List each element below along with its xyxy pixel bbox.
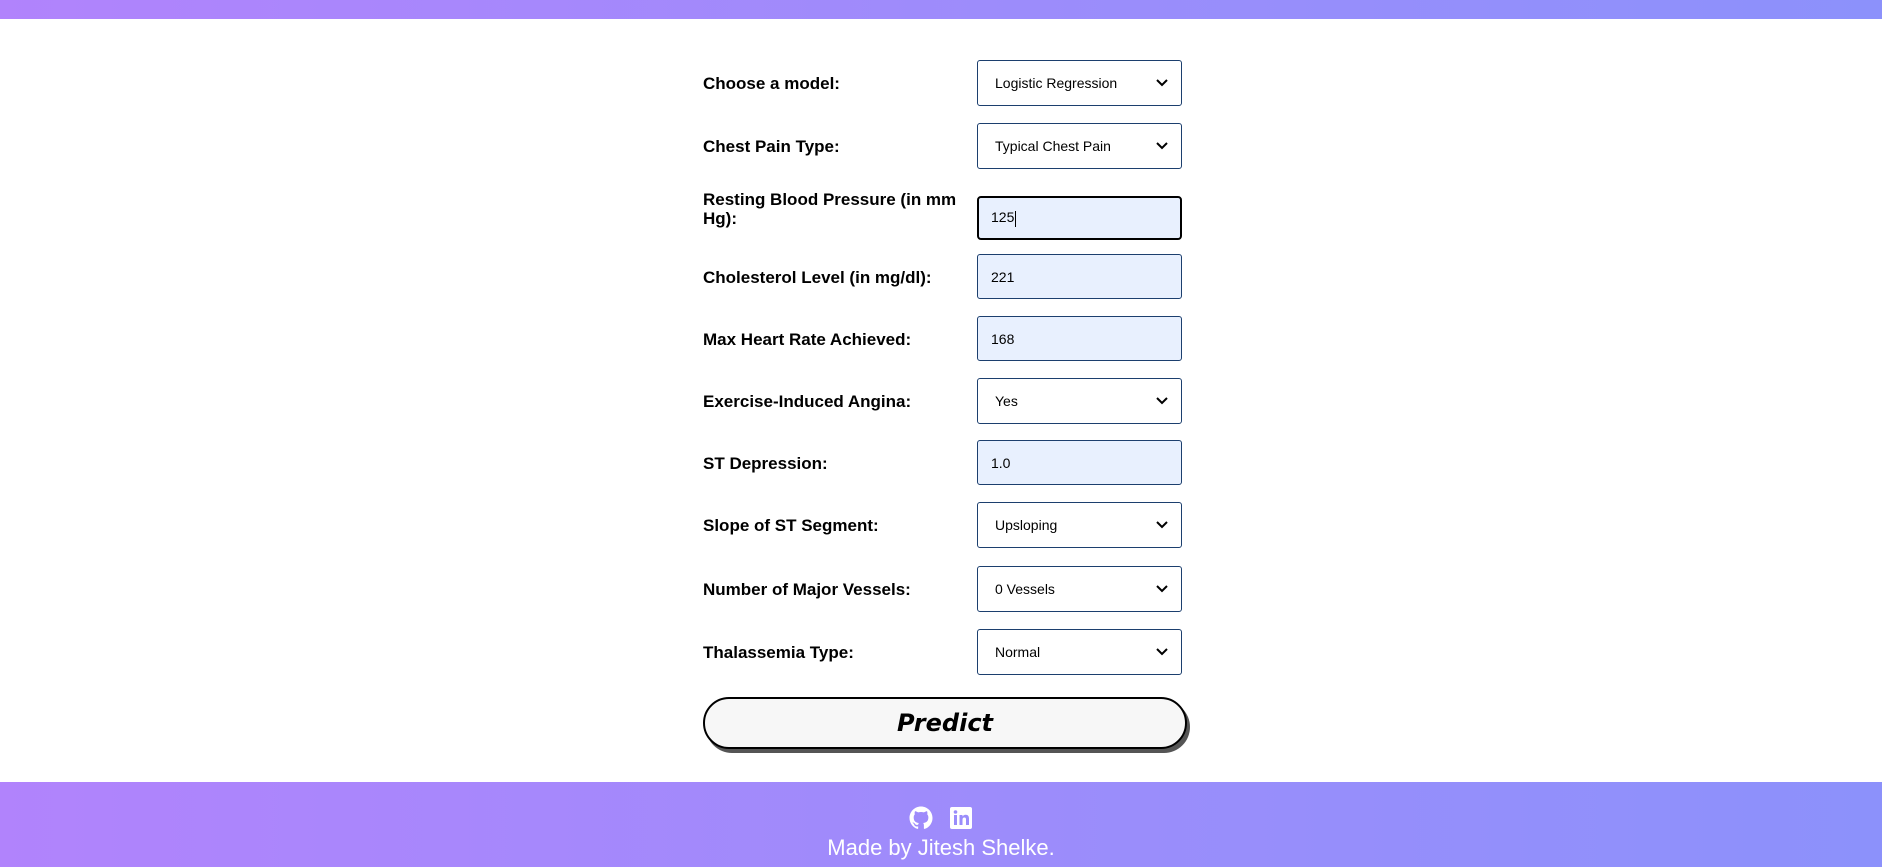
footer-credit: Made by Jitesh Shelke. xyxy=(827,835,1055,860)
model-row: Choose a model: Logistic Regression xyxy=(703,60,1187,123)
angina-select-value: Yes xyxy=(995,393,1018,409)
st-depression-label: ST Depression: xyxy=(703,453,828,473)
max-heart-rate-label: Max Heart Rate Achieved: xyxy=(703,329,912,349)
thalassemia-row: Thalassemia Type: Normal xyxy=(703,627,1187,690)
st-depression-row: ST Depression: 1.0 xyxy=(703,438,1187,501)
slope-row: Slope of ST Segment: Upsloping xyxy=(703,501,1187,564)
model-select[interactable]: Logistic Regression xyxy=(977,60,1182,106)
social-links xyxy=(0,806,1882,830)
st-depression-input[interactable]: 1.0 xyxy=(977,440,1182,485)
vessels-select[interactable]: 0 Vessels xyxy=(977,566,1182,612)
thalassemia-label: Thalassemia Type: xyxy=(703,642,854,662)
predict-button[interactable]: Predict xyxy=(703,697,1187,749)
angina-select[interactable]: Yes xyxy=(977,378,1182,424)
slope-select[interactable]: Upsloping xyxy=(977,502,1182,548)
max-heart-rate-input[interactable]: 168 xyxy=(977,316,1182,361)
model-select-value: Logistic Regression xyxy=(995,75,1118,91)
vessels-label: Number of Major Vessels: xyxy=(703,579,911,599)
angina-label: Exercise-Induced Angina: xyxy=(703,391,912,411)
cholesterol-row: Cholesterol Level (in mg/dl): 221 xyxy=(703,249,1187,312)
chevron-down-icon xyxy=(1155,582,1169,596)
chevron-down-icon xyxy=(1155,394,1169,408)
chest-pain-row: Chest Pain Type: Typical Chest Pain xyxy=(703,123,1187,186)
thalassemia-select-value: Normal xyxy=(995,644,1041,660)
top-gradient-bar xyxy=(0,0,1882,19)
chevron-down-icon xyxy=(1155,518,1169,532)
cholesterol-input[interactable]: 221 xyxy=(977,254,1182,299)
vessels-select-value: 0 Vessels xyxy=(995,581,1055,597)
max-heart-rate-input-value: 168 xyxy=(991,330,1015,347)
model-label: Choose a model: xyxy=(703,73,840,93)
github-icon[interactable] xyxy=(909,806,933,830)
footer: Made by Jitesh Shelke. xyxy=(0,782,1882,867)
slope-label: Slope of ST Segment: xyxy=(703,515,879,535)
chest-pain-label: Chest Pain Type: xyxy=(703,136,840,156)
chest-pain-select[interactable]: Typical Chest Pain xyxy=(977,123,1182,169)
text-caret xyxy=(1015,210,1017,227)
thalassemia-select[interactable]: Normal xyxy=(977,629,1182,675)
cholesterol-input-value: 221 xyxy=(991,268,1015,285)
angina-row: Exercise-Induced Angina: Yes xyxy=(703,375,1187,438)
chest-pain-select-value: Typical Chest Pain xyxy=(995,138,1111,154)
blood-pressure-input-value: 125 xyxy=(991,209,1015,226)
blood-pressure-label: Resting Blood Pressure (in mm Hg): xyxy=(703,190,957,228)
st-depression-input-value: 1.0 xyxy=(991,454,1011,471)
chevron-down-icon xyxy=(1155,139,1169,153)
max-heart-rate-row: Max Heart Rate Achieved: 168 xyxy=(703,312,1187,375)
vessels-row: Number of Major Vessels: 0 Vessels xyxy=(703,564,1187,627)
blood-pressure-input[interactable]: 125 xyxy=(977,196,1182,240)
chevron-down-icon xyxy=(1155,645,1169,659)
cholesterol-label: Cholesterol Level (in mg/dl): xyxy=(703,267,932,287)
slope-select-value: Upsloping xyxy=(995,517,1058,533)
chevron-down-icon xyxy=(1155,76,1169,90)
linkedin-icon[interactable] xyxy=(949,806,973,830)
blood-pressure-row: Resting Blood Pressure (in mm Hg): 125 xyxy=(703,186,1187,249)
prediction-form: Choose a model: Logistic Regression Ches… xyxy=(703,60,1187,690)
